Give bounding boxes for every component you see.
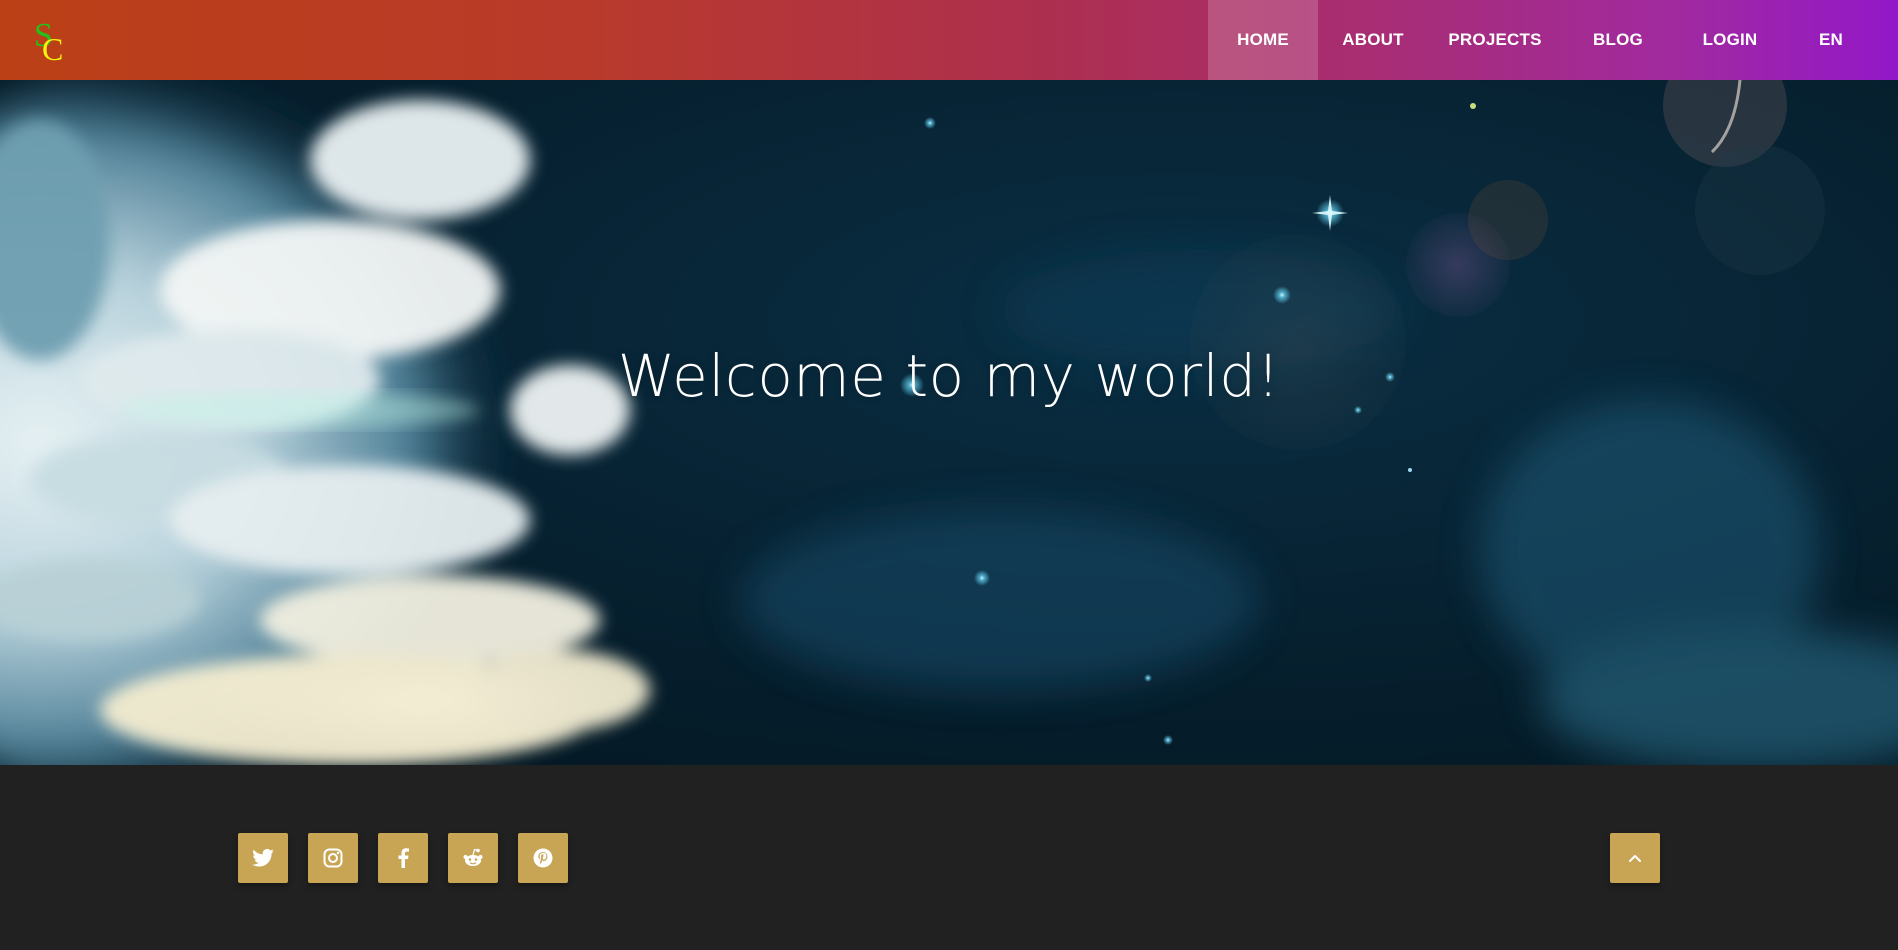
nav-blog[interactable]: BLOG: [1562, 0, 1674, 80]
top-navbar: S C HOME ABOUT PROJECTS BLOG LOGIN EN: [0, 0, 1898, 80]
nav-language[interactable]: EN: [1786, 0, 1898, 80]
svg-text:C: C: [42, 31, 63, 66]
facebook-icon: [397, 848, 409, 868]
pinterest-button[interactable]: [518, 833, 568, 883]
reddit-button[interactable]: [448, 833, 498, 883]
hero-banner: Welcome to my world!: [0, 80, 1898, 765]
nav-login[interactable]: LOGIN: [1674, 0, 1786, 80]
reddit-icon: [462, 848, 484, 868]
chevron-up-icon: [1628, 853, 1642, 863]
facebook-button[interactable]: [378, 833, 428, 883]
sc-logo[interactable]: S C: [30, 14, 74, 67]
footer: [0, 765, 1898, 950]
instagram-button[interactable]: [308, 833, 358, 883]
instagram-icon: [323, 848, 343, 868]
hero-background-illustration: [0, 80, 1898, 765]
back-to-top-button[interactable]: [1610, 833, 1660, 883]
pinterest-icon: [533, 848, 553, 868]
twitter-button[interactable]: [238, 833, 288, 883]
hero-title: Welcome to my world!: [617, 342, 1281, 410]
nav-about[interactable]: ABOUT: [1318, 0, 1428, 80]
nav-home[interactable]: HOME: [1208, 0, 1318, 80]
nav-projects[interactable]: PROJECTS: [1428, 0, 1562, 80]
main-nav: HOME ABOUT PROJECTS BLOG LOGIN EN: [1208, 0, 1898, 80]
twitter-icon: [252, 849, 274, 867]
